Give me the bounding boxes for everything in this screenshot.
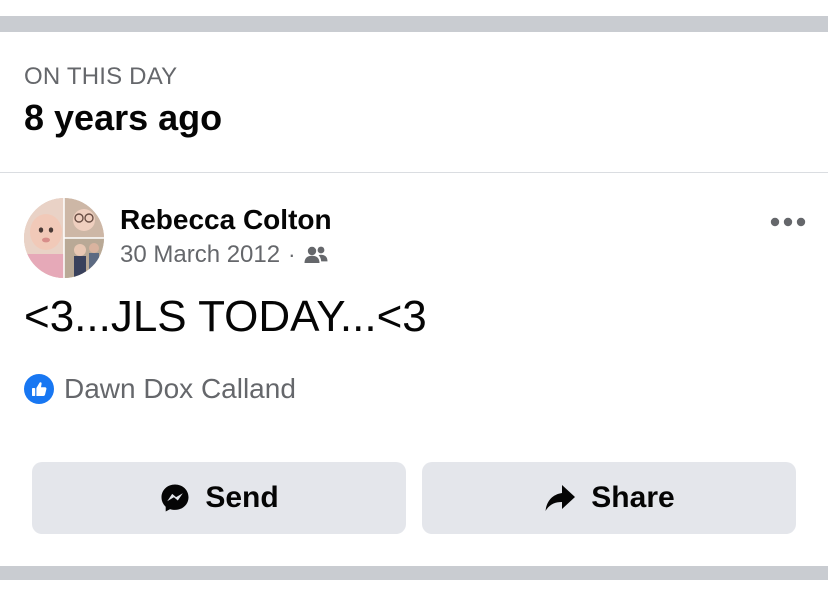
like-icon bbox=[24, 374, 54, 404]
post-meta: 30 March 2012 · bbox=[120, 240, 329, 270]
reactions-row[interactable]: Dawn Dox Calland bbox=[24, 372, 296, 406]
reactor-name: Dawn Dox Calland bbox=[64, 373, 296, 404]
avatar-photo-collage bbox=[24, 198, 104, 278]
share-button[interactable]: Share bbox=[422, 462, 796, 534]
section-title: 8 years ago bbox=[24, 97, 223, 138]
send-label: Send bbox=[205, 481, 279, 514]
top-separator-band bbox=[0, 0, 828, 32]
share-label: Share bbox=[591, 481, 675, 514]
meta-separator: · bbox=[288, 242, 296, 267]
post-date[interactable]: 30 March 2012 bbox=[120, 241, 280, 269]
avatar[interactable] bbox=[24, 198, 104, 278]
more-options-button[interactable] bbox=[766, 206, 810, 238]
bottom-separator-band bbox=[0, 566, 828, 594]
send-button[interactable]: Send bbox=[32, 462, 406, 534]
header-divider bbox=[0, 172, 828, 173]
post-text: <3...JLS TODAY...<3 bbox=[24, 292, 427, 341]
section-kicker: ON THIS DAY bbox=[24, 63, 178, 90]
on-this-day-header: ON THIS DAY 8 years ago bbox=[24, 62, 222, 140]
share-arrow-icon bbox=[543, 482, 577, 514]
more-options-icon bbox=[770, 217, 806, 227]
post-author-name[interactable]: Rebecca Colton bbox=[120, 203, 332, 237]
messenger-icon bbox=[159, 482, 191, 514]
friends-icon[interactable] bbox=[303, 245, 329, 265]
